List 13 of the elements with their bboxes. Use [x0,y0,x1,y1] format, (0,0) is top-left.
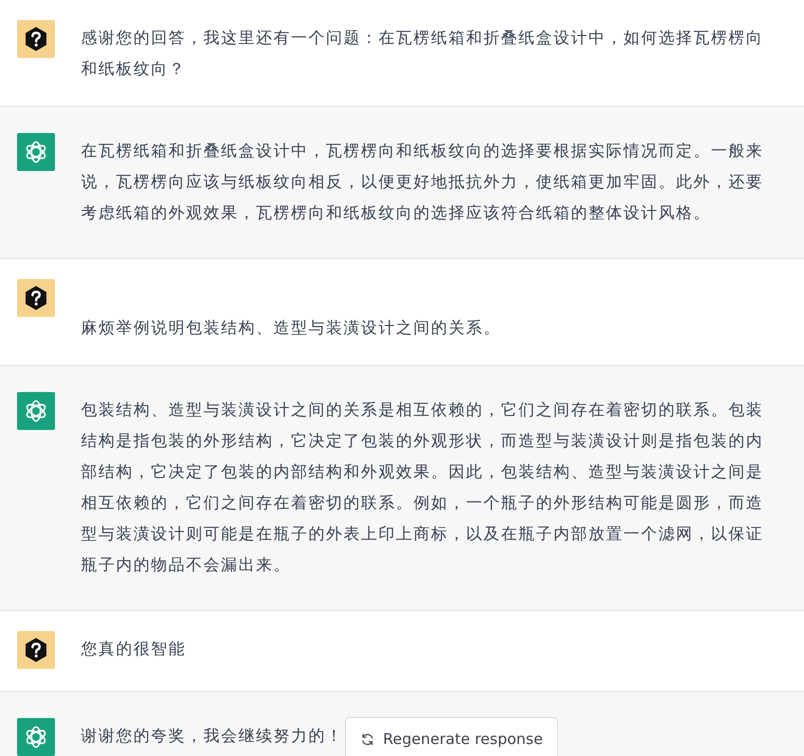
user-avatar-icon [17,279,55,317]
user-avatar-icon [17,20,55,58]
message-text: 在瓦楞纸箱和折叠纸盒设计中，瓦楞楞向和纸板纹向的选择要根据实际情况而定。一般来说，瓦楞楞向应该与纸板纹向相反，以便更好地抵抗外力，使纸箱更加牢固。此外，还要考虑纸箱的外观效果，瓦楞楞向和纸板纹向的选择应该符合纸箱的整体设计风格。 [81,141,764,222]
message-text: 麻烦举例说明包装结构、造型与装潢设计之间的关系。 [81,318,501,337]
message-text: 谢谢您的夸奖，我会继续努力的！ [81,726,344,745]
regenerate-button[interactable]: Regenerate response [345,717,558,756]
refresh-icon [360,732,375,746]
assistant-logo-icon [17,133,55,171]
message-text: 包装结构、造型与装潢设计之间的关系是相互依赖的，它们之间存在着密切的联系。包装结构是指包装的外形结构，它决定了包装的外观形状，而造型与装潢设计则是指包装的内部结构，它决定了包装的内部结构和外观效果。因此，包装结构、造型与装潢设计之间是相互依赖的，它们之间存在着密切的联系。例如，一个瓶子的外形结构可能是圆形，而造型与装潢设计则可能是在瓶子的外表上印上商标，以及在瓶子内部放置一个滤网，以保证瓶子内的物品不会漏出来。 [81,400,764,574]
message-text: 感谢您的回答，我这里还有一个问题：在瓦楞纸箱和折叠纸盒设计中，如何选择瓦楞楞向和纸板纹向？ [81,28,764,78]
user-avatar-icon [17,631,55,669]
assistant-logo-icon [17,392,55,430]
message-text: 您真的很智能 [81,639,186,658]
